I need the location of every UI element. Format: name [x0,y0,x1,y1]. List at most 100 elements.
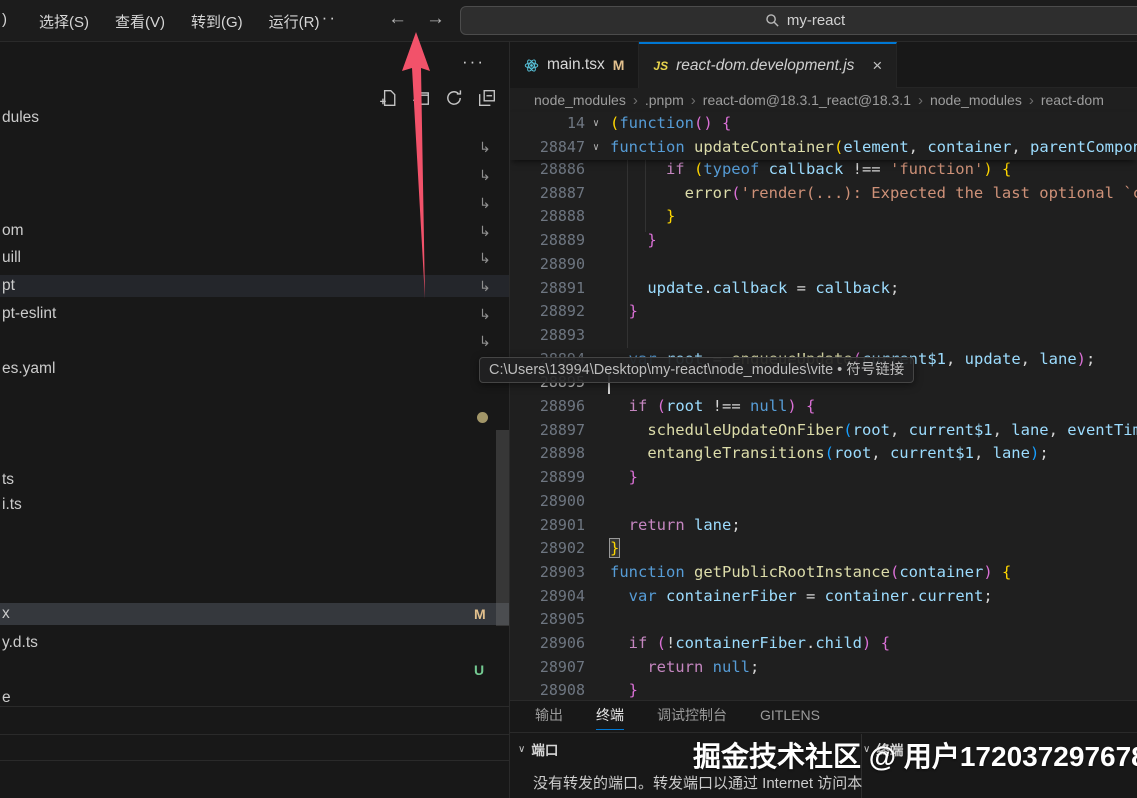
list-item[interactable]: xM [0,603,510,625]
chevron-down-icon[interactable]: ∨ [593,136,599,160]
line-number: 28890 [510,253,585,277]
code-line: 28906if (!containerFiber.child) { [510,632,1137,656]
list-item[interactable]: dules [0,107,510,129]
line-number: 28903 [510,561,585,585]
sidebar-scrollbar[interactable] [496,430,509,626]
panel-separator [510,732,1137,733]
code-text: } [610,679,638,700]
search-value: my-react [787,12,845,29]
code-line: 28890 [510,253,1137,277]
chevron-down-icon[interactable]: ∨ [518,744,525,755]
code-line: 28892} [510,300,1137,324]
status-dot [477,412,488,423]
symlink-icon: ↳ [479,330,491,352]
list-item[interactable]: om↳ [0,220,510,242]
breadcrumb-item[interactable]: node_modules [930,92,1022,108]
list-item[interactable]: ↳ [0,164,510,186]
line-number: 28898 [510,442,585,466]
code-line: 28904 var containerFiber = container.curr… [510,585,1137,609]
list-item[interactable]: pt↳ [0,275,510,297]
breadcrumb-separator: › [1029,92,1034,109]
line-number: 28893 [510,324,585,348]
list-item[interactable]: es.yaml [0,358,510,380]
file-label: dules [2,107,39,129]
menu-item[interactable]: 选择(S) [26,11,102,32]
list-item[interactable]: ↳ [0,136,510,158]
breadcrumb-separator: › [633,92,638,109]
breadcrumb-item[interactable]: react-dom [1041,92,1104,108]
panel-tab[interactable]: 输出 [535,702,563,730]
editor-tab[interactable]: main.tsxM [510,42,639,88]
code-text: function updateContainer(element, contai… [610,136,1137,160]
line-number: 28847 [510,136,585,160]
line-number: 28887 [510,182,585,206]
code-text: return lane; [610,514,741,538]
code-line: 28889} [510,229,1137,253]
chevron-down-icon[interactable]: ∨ [593,112,599,136]
react-icon [524,58,539,73]
ports-empty-text: 没有转发的端口。转发端口以通过 Internet 访问本 [533,772,862,793]
tab-label: main.tsx [547,56,605,74]
menu-item-fragment[interactable]: ) [2,11,7,28]
code-lines[interactable]: 28886if (typeof callback !== 'function')… [510,158,1137,700]
ports-section-header[interactable]: ∨ 端口 [518,739,558,759]
back-arrow-icon[interactable]: ← [388,8,407,30]
editor-tab[interactable]: JSreact-dom.development.js× [639,42,897,88]
list-item[interactable]: i.ts [0,494,510,516]
line-number: 28899 [510,466,585,490]
explorer-more-button[interactable]: ··· [462,52,485,72]
panel-tab[interactable]: 终端 [596,702,624,730]
breadcrumb-separator: › [691,92,696,109]
file-label: i.ts [2,494,22,516]
line-number: 28907 [510,656,585,680]
sticky-line: 14∨(function() { [510,112,1137,136]
menu-item[interactable]: 查看(V) [102,11,178,32]
code-line: 28888} [510,205,1137,229]
breadcrumb-item[interactable]: react-dom@18.3.1_react@18.3.1 [703,92,911,108]
file-label: y.d.ts [2,632,38,654]
line-number: 28892 [510,300,585,324]
code-text: } [610,466,638,490]
indent-guide [645,158,646,232]
code-text: var containerFiber = container.current; [610,585,993,609]
sticky-scroll[interactable]: 14∨(function() {28847∨function updateCon… [510,112,1137,160]
panel-tabs: 输出 终端 调试控制台 GITLENS [535,701,820,731]
watermark-text: 掘金技术社区 @ 用户172037297678 [693,735,1137,775]
code-line: 28901return lane; [510,514,1137,538]
list-item[interactable]: y.d.ts [0,632,510,654]
line-number: 28891 [510,277,585,301]
panel-tab[interactable]: GITLENS [760,702,820,730]
symlink-icon: ↳ [479,192,491,214]
forward-arrow-icon[interactable]: → [426,8,445,30]
section-divider [0,734,510,735]
list-item[interactable]: U [0,659,510,681]
breadcrumb-item[interactable]: node_modules [534,92,626,108]
breadcrumb-item[interactable]: .pnpm [645,92,684,108]
list-item[interactable]: ↳ [0,330,510,352]
symlink-icon: ↳ [479,275,491,297]
file-label: es.yaml [2,358,55,380]
path-tooltip: C:\Users\13994\Desktop\my-react\node_mod… [479,357,914,383]
line-number: 14 [510,112,585,136]
list-item[interactable]: uill↳ [0,247,510,269]
close-icon[interactable]: × [872,56,882,76]
line-number: 28889 [510,229,585,253]
list-item[interactable]: pt-eslint↳ [0,303,510,325]
list-item[interactable]: ↳ [0,192,510,214]
line-number: 28906 [510,632,585,656]
code-line: 28893 [510,324,1137,348]
panel-tab[interactable]: 调试控制台 [657,702,727,730]
symlink-icon: ↳ [479,303,491,325]
command-center-search[interactable]: my-react [460,6,1137,35]
new-file-icon[interactable] [378,88,398,108]
line-number: 28896 [510,395,585,419]
new-folder-icon[interactable] [411,88,431,108]
list-item[interactable]: ts [0,469,510,491]
collapse-all-icon[interactable] [477,88,497,108]
line-number: 28904 [510,585,585,609]
menu-item[interactable]: 转到(G) [178,11,256,32]
section-divider [0,760,510,761]
menu-more-button[interactable]: ··· [314,8,337,28]
refresh-icon[interactable] [444,88,464,108]
code-line: 28900 [510,490,1137,514]
